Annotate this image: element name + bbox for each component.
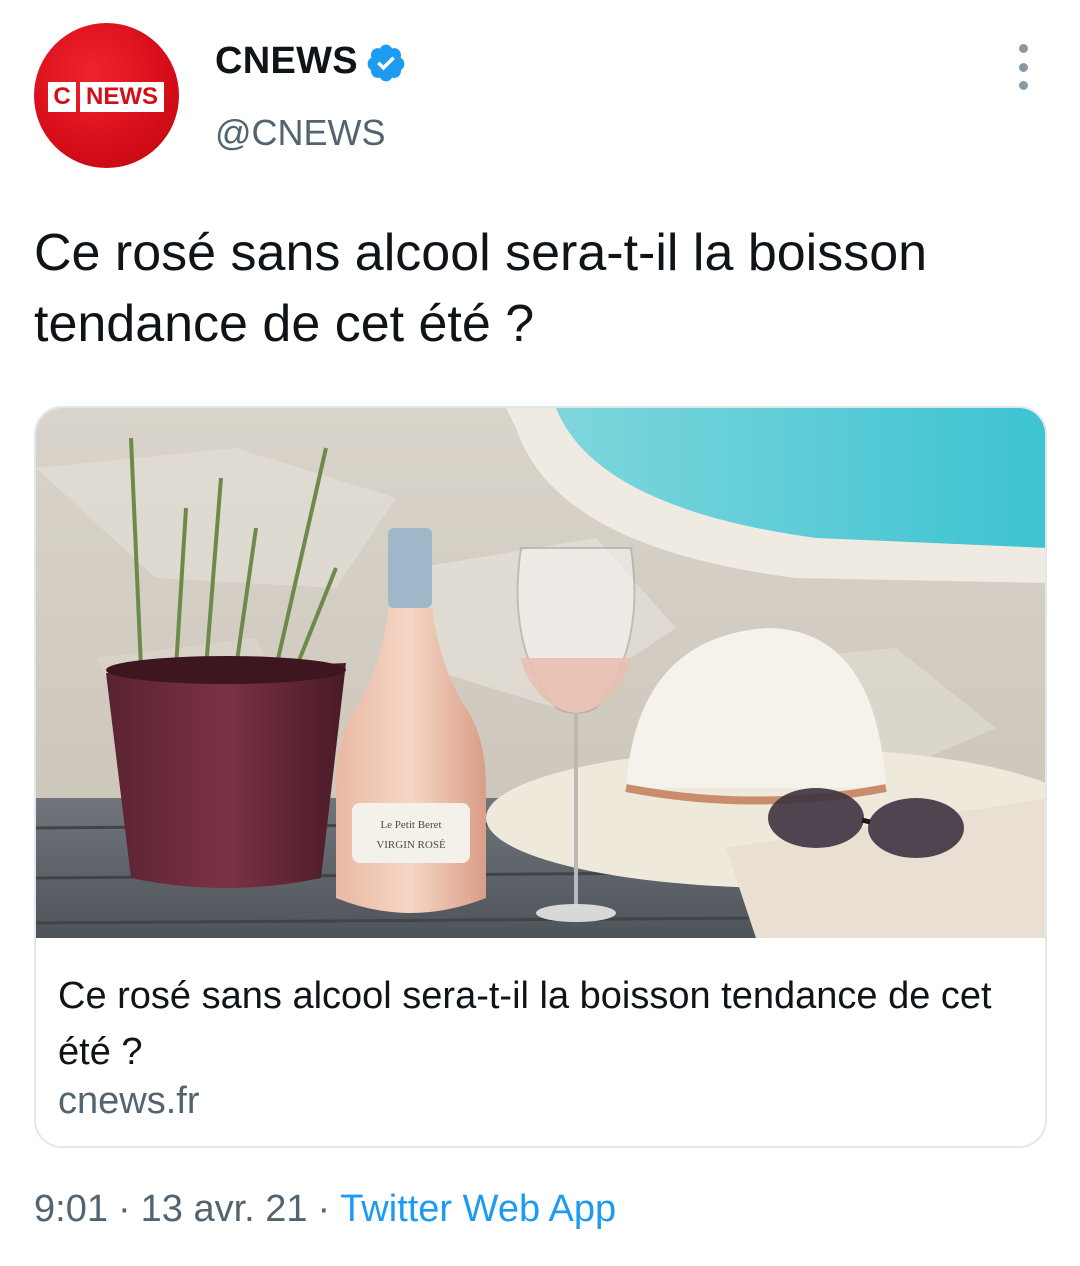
cnews-logo: C NEWS — [48, 80, 172, 114]
card-domain: cnews.fr — [58, 1080, 200, 1122]
tweet: C NEWS CNEWS @CNEWS Ce rosé sans alcool … — [0, 0, 1080, 1266]
logo-news: NEWS — [80, 82, 164, 112]
more-options-button[interactable] — [1010, 44, 1036, 90]
dot-icon — [1018, 44, 1028, 53]
tweet-date[interactable]: 13 avr. 21 — [141, 1188, 308, 1230]
avatar[interactable]: C NEWS — [34, 23, 179, 168]
tweet-source[interactable]: Twitter Web App — [340, 1188, 616, 1230]
rose-wine-photo: Le Petit Beret VIRGIN ROSÉ — [36, 408, 1045, 938]
handle[interactable]: @CNEWS — [215, 112, 386, 154]
tweet-time[interactable]: 9:01 — [34, 1188, 108, 1230]
dot-icon — [1018, 62, 1028, 72]
verified-icon — [367, 44, 405, 82]
bottle-label-line2: VIRGIN ROSÉ — [376, 839, 446, 851]
bottle-label-line1: Le Petit Beret — [380, 819, 441, 831]
card-title[interactable]: Ce rosé sans alcool sera-t-il la boisson… — [58, 968, 1018, 1080]
tweet-text: Ce rosé sans alcool sera-t-il la boisson… — [34, 224, 928, 353]
tweet-metadata: 9:01 · 13 avr. 21 · Twitter Web App — [34, 1188, 616, 1231]
display-name[interactable]: CNEWS — [215, 40, 358, 83]
link-card[interactable]: Le Petit Beret VIRGIN ROSÉ Ce rosé sans … — [34, 406, 1047, 1148]
logo-c: C — [48, 82, 76, 112]
dot-icon — [1018, 81, 1028, 90]
separator: · — [117, 1188, 131, 1230]
separator: · — [317, 1188, 331, 1230]
card-image[interactable]: Le Petit Beret VIRGIN ROSÉ — [36, 408, 1045, 938]
